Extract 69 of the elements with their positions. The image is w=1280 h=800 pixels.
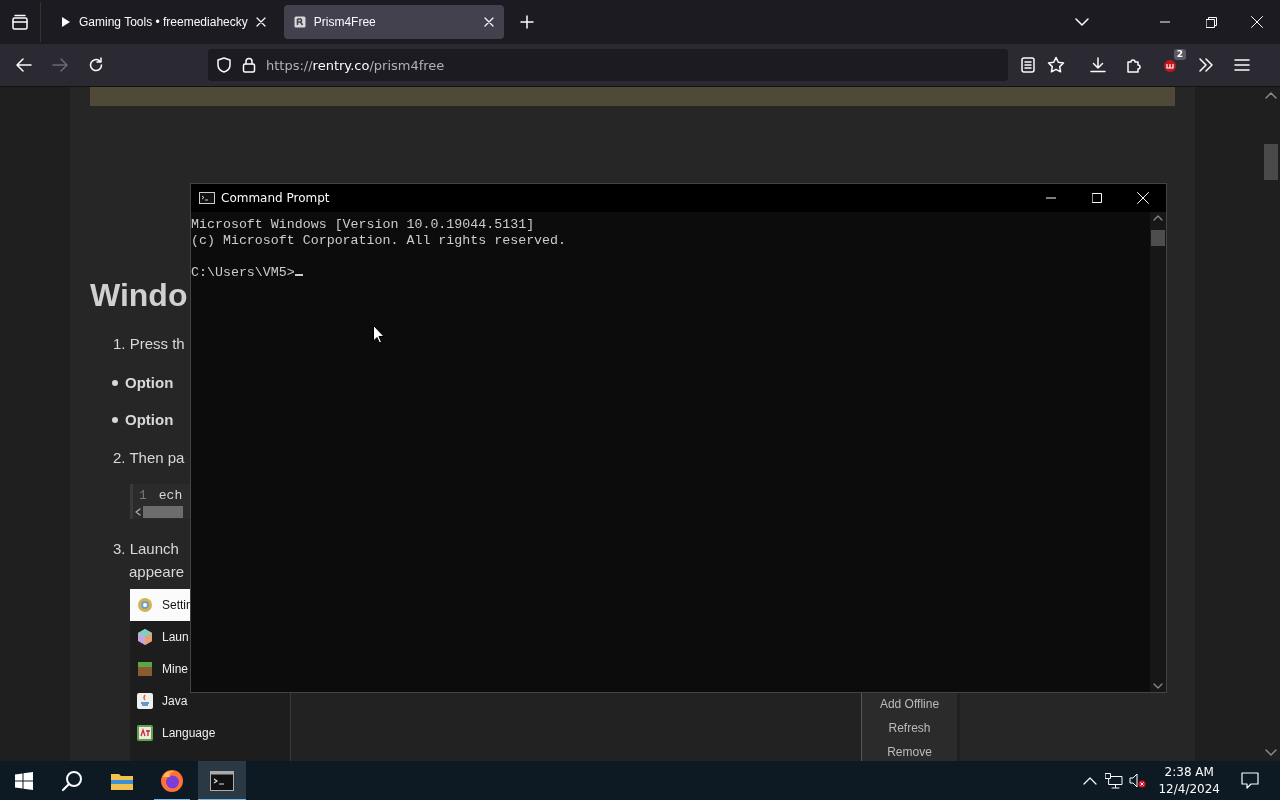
- forward-arrow-icon[interactable]: [52, 58, 68, 72]
- tab-list-icon[interactable]: [11, 14, 29, 30]
- taskbar-app-button[interactable]: [198, 761, 246, 800]
- section-heading: Windo: [90, 276, 188, 314]
- menu-icon[interactable]: [1234, 58, 1250, 72]
- star-icon[interactable]: [1047, 56, 1065, 74]
- cube-icon: [136, 628, 154, 646]
- puzzle-icon[interactable]: [1126, 57, 1142, 73]
- close-icon[interactable]: [1137, 192, 1149, 204]
- scrollbar-thumb[interactable]: [1264, 144, 1278, 180]
- code-text: ech: [158, 488, 183, 503]
- folder-icon[interactable]: [110, 771, 134, 791]
- browser-tab[interactable]: Prism4Free: [283, 5, 504, 39]
- instance-action-label: Refresh: [888, 720, 931, 737]
- scroll-up-icon[interactable]: [1265, 91, 1277, 99]
- scrollbar-thumb[interactable]: [1151, 230, 1165, 246]
- chevron-down-icon[interactable]: [1075, 18, 1089, 26]
- grass-block-icon: [136, 660, 154, 678]
- browser-tab[interactable]: Gaming Tools • freemediahecky: [51, 5, 276, 39]
- scroll-down-icon[interactable]: [1265, 749, 1277, 757]
- line-number: 1: [139, 488, 147, 503]
- instruction-step: 2. Then pa: [113, 448, 185, 468]
- scroll-down-icon[interactable]: [1153, 683, 1163, 690]
- instance-action-label: Remove: [887, 744, 932, 761]
- instruction-text: appeare: [129, 563, 185, 580]
- reload-icon[interactable]: [88, 57, 104, 73]
- close-icon[interactable]: [483, 17, 494, 27]
- settings-category: Language: [130, 717, 286, 749]
- cup-icon: [136, 692, 154, 710]
- scroll-left-icon[interactable]: [135, 508, 141, 516]
- address-bar[interactable]: https://rentry.co/prism4free: [208, 49, 1008, 81]
- terminal-icon: [199, 192, 215, 204]
- plus-icon[interactable]: [519, 15, 534, 29]
- clock[interactable]: 2:38 AM 12/4/2024: [1150, 764, 1228, 798]
- play-icon[interactable]: [61, 16, 71, 28]
- window-title: Command Prompt: [221, 191, 331, 205]
- language-icon: [136, 724, 154, 742]
- maximize-icon[interactable]: [1092, 193, 1102, 203]
- mouse-pointer-icon: [373, 325, 385, 344]
- text-cursor: [294, 274, 303, 276]
- scroll-up-icon[interactable]: [1153, 214, 1163, 221]
- back-arrow-icon[interactable]: [16, 58, 32, 72]
- network-icon[interactable]: [1105, 773, 1124, 789]
- double-chevron-icon[interactable]: [1198, 58, 1214, 72]
- instruction-step: 1. Press th: [113, 334, 185, 354]
- lock-icon: [242, 57, 256, 73]
- notifications-icon[interactable]: [1241, 772, 1259, 790]
- reader-view-icon[interactable]: [1021, 57, 1035, 73]
- terminal-icon[interactable]: [210, 771, 234, 791]
- chevron-up-icon[interactable]: [1083, 777, 1098, 785]
- option-label: Option: [125, 411, 174, 428]
- instance-action-label: Add Offline: [879, 696, 940, 713]
- option-label: Option: [125, 374, 174, 391]
- muted-speaker-icon[interactable]: [1129, 773, 1148, 789]
- command-prompt[interactable]: C:\Users\VM5>: [191, 265, 295, 281]
- browser-icon[interactable]: [160, 769, 184, 793]
- download-icon[interactable]: [1090, 57, 1106, 73]
- restore-icon[interactable]: [1205, 16, 1217, 28]
- instruction-step: 3. Launch: [113, 539, 179, 559]
- close-icon[interactable]: [1251, 16, 1263, 28]
- search-icon[interactable]: [61, 770, 83, 792]
- start-icon[interactable]: [15, 772, 33, 790]
- console-output-line: Microsoft Windows [Version 10.0.19044.5131]: [191, 217, 535, 233]
- shield-icon: [216, 57, 232, 73]
- count-badge: 2: [1173, 49, 1186, 60]
- scrollbar-thumb[interactable]: [143, 506, 183, 518]
- close-icon[interactable]: [255, 17, 266, 27]
- console-output-line: (c) Microsoft Corporation. All rights reserved.: [191, 233, 567, 249]
- url-text: https://rentry.co/prism4free: [266, 57, 445, 73]
